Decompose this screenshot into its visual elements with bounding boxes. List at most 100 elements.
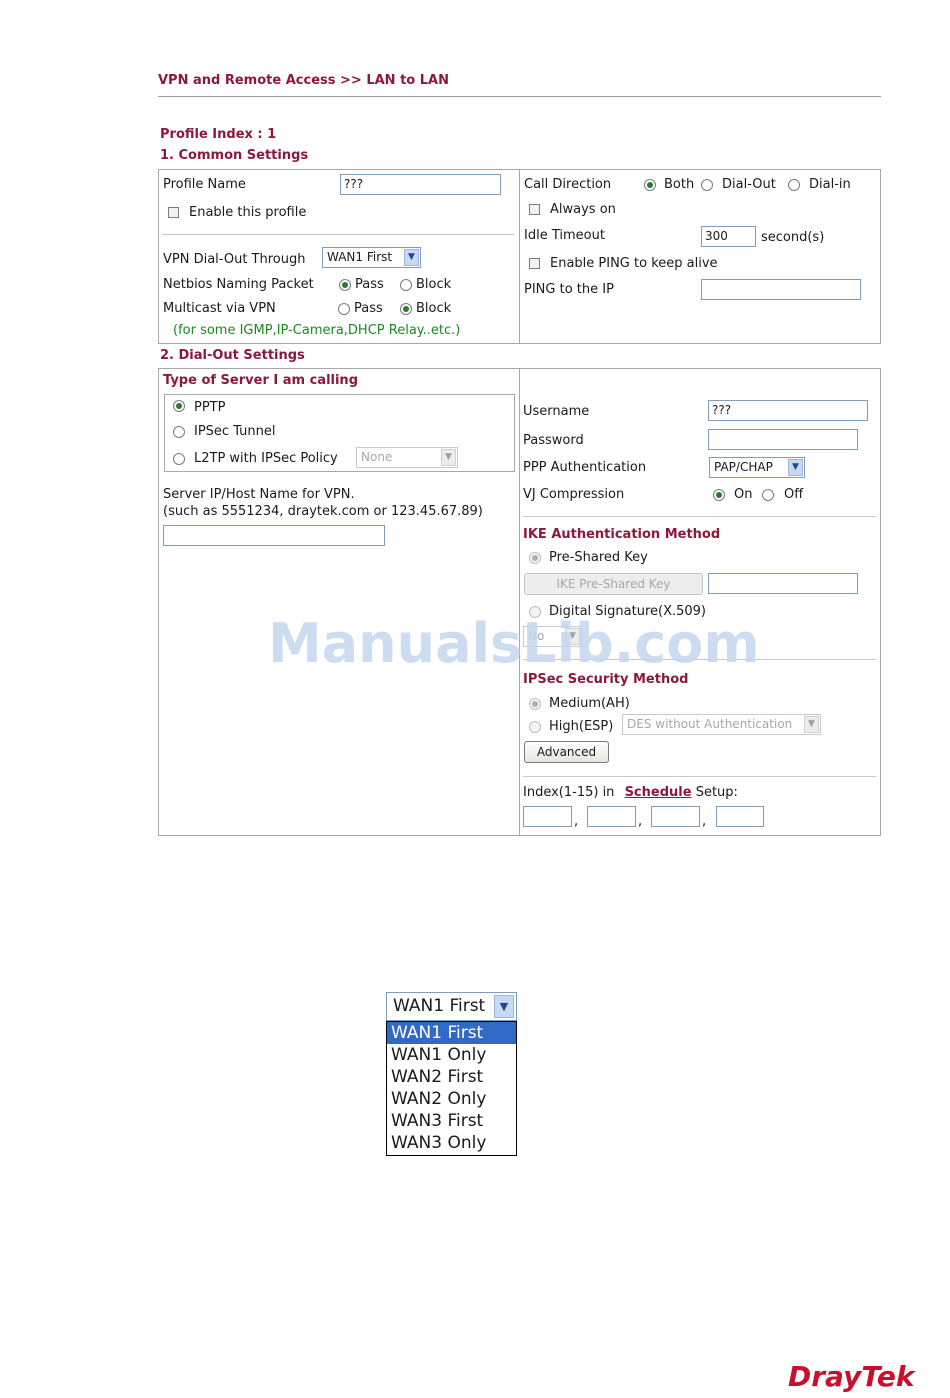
profile-index: Profile Index : 1 xyxy=(160,127,277,142)
vj-compression-label: VJ Compression xyxy=(523,487,625,502)
multicast-note: (for some IGMP,IP-Camera,DHCP Relay..etc… xyxy=(173,323,461,338)
preshared-key-label: Pre-Shared Key xyxy=(549,550,648,565)
wan-option[interactable]: WAN2 First xyxy=(387,1066,516,1088)
draytek-logo: DrayTek xyxy=(788,1360,915,1393)
wan-dropdown-list: WAN1 First WAN1 Only WAN2 First WAN2 Onl… xyxy=(386,1021,517,1156)
chevron-down-icon: ▼ xyxy=(804,716,819,733)
idle-timeout-label: Idle Timeout xyxy=(524,228,605,243)
medium-ah-radio[interactable] xyxy=(529,698,541,710)
schedule-index-1[interactable] xyxy=(523,806,572,827)
password-label: Password xyxy=(523,433,584,448)
multicast-block-radio[interactable] xyxy=(400,303,412,315)
pptp-label: PPTP xyxy=(194,400,226,415)
chevron-down-icon: ▼ xyxy=(494,995,514,1018)
ppp-auth-select[interactable]: PAP/CHAP ▼ xyxy=(709,457,805,478)
call-direction-dialout-radio[interactable] xyxy=(701,179,713,191)
ping-keepalive-label: Enable PING to keep alive xyxy=(550,256,718,271)
call-direction-label: Call Direction xyxy=(524,177,612,192)
schedule-index-3[interactable] xyxy=(651,806,700,827)
wan-option[interactable]: WAN3 First xyxy=(387,1110,516,1132)
idle-timeout-unit: second(s) xyxy=(761,230,825,245)
ping-ip-label: PING to the IP xyxy=(524,282,614,297)
dialout-through-label: VPN Dial-Out Through xyxy=(163,252,306,267)
high-esp-radio[interactable] xyxy=(529,721,541,733)
ike-title: IKE Authentication Method xyxy=(523,527,721,542)
high-esp-value: DES without Authentication xyxy=(627,717,793,731)
call-direction-dialin-label: Dial-in xyxy=(809,177,851,192)
l2tp-radio[interactable] xyxy=(173,453,185,465)
watermark: ManualsLib.com xyxy=(268,612,760,675)
netbios-pass-label: Pass xyxy=(355,277,384,292)
call-direction-dialin-radio[interactable] xyxy=(788,179,800,191)
medium-ah-label: Medium(AH) xyxy=(549,696,630,711)
schedule-sep: , xyxy=(638,814,643,829)
ping-keepalive-checkbox[interactable] xyxy=(529,258,540,269)
wan-option[interactable]: WAN1 First xyxy=(387,1022,516,1044)
vj-off-label: Off xyxy=(784,487,804,502)
wan-dropdown-select[interactable]: WAN1 First ▼ xyxy=(386,992,517,1021)
always-on-checkbox[interactable] xyxy=(529,204,540,215)
always-on-label: Always on xyxy=(550,202,616,217)
common-left-divider xyxy=(162,234,514,235)
ike-divider xyxy=(523,516,876,517)
high-esp-label: High(ESP) xyxy=(549,719,614,734)
ping-ip-input[interactable] xyxy=(701,279,861,300)
server-ip-label: Server IP/Host Name for VPN. xyxy=(163,487,355,502)
netbios-block-label: Block xyxy=(416,277,452,292)
dialout-through-select[interactable]: WAN1 First ▼ xyxy=(322,247,421,268)
schedule-row: Index(1-15) in Schedule Setup: xyxy=(523,785,738,800)
vj-on-radio[interactable] xyxy=(713,489,725,501)
header-divider xyxy=(158,96,881,97)
wan-option[interactable]: WAN1 Only xyxy=(387,1044,516,1066)
netbios-block-radio[interactable] xyxy=(400,279,412,291)
advanced-button[interactable]: Advanced xyxy=(524,741,609,763)
ipsec-tunnel-radio[interactable] xyxy=(173,426,185,438)
chevron-down-icon: ▼ xyxy=(441,449,456,466)
profile-name-label: Profile Name xyxy=(163,177,246,192)
dialout-through-value: WAN1 First xyxy=(327,250,393,264)
username-input[interactable]: ??? xyxy=(708,400,868,421)
enable-profile-label: Enable this profile xyxy=(189,205,307,220)
high-esp-select[interactable]: DES without Authentication ▼ xyxy=(622,714,821,735)
vj-off-radio[interactable] xyxy=(762,489,774,501)
username-label: Username xyxy=(523,404,590,419)
netbios-label: Netbios Naming Packet xyxy=(163,277,314,292)
schedule-divider xyxy=(523,776,876,777)
netbios-pass-radio[interactable] xyxy=(339,279,351,291)
enable-profile-checkbox[interactable] xyxy=(168,207,179,218)
schedule-index-2[interactable] xyxy=(587,806,636,827)
schedule-index-4[interactable] xyxy=(716,806,764,827)
pptp-radio[interactable] xyxy=(173,400,185,412)
l2tp-policy-select[interactable]: None ▼ xyxy=(356,447,458,468)
multicast-pass-label: Pass xyxy=(354,301,383,316)
wan-option[interactable]: WAN2 Only xyxy=(387,1088,516,1110)
schedule-sep: , xyxy=(574,814,579,829)
schedule-link[interactable]: Schedule xyxy=(625,785,692,800)
password-input[interactable] xyxy=(708,429,858,450)
common-settings-title: 1. Common Settings xyxy=(160,148,309,163)
multicast-label: Multicast via VPN xyxy=(163,301,276,316)
server-ip-hint: (such as 5551234, draytek.com or 123.45.… xyxy=(163,504,483,519)
schedule-sep: , xyxy=(702,814,707,829)
wan-option[interactable]: WAN3 Only xyxy=(387,1132,516,1154)
breadcrumb: VPN and Remote Access >> LAN to LAN xyxy=(158,73,449,88)
ipsec-tunnel-label: IPSec Tunnel xyxy=(194,424,276,439)
dialout-settings-title: 2. Dial-Out Settings xyxy=(160,348,305,363)
ike-key-button[interactable]: IKE Pre-Shared Key xyxy=(524,573,703,595)
chevron-down-icon: ▼ xyxy=(788,459,803,476)
idle-timeout-input[interactable]: 300 xyxy=(701,226,756,247)
schedule-prefix: Index(1-15) in xyxy=(523,785,615,800)
profile-name-input[interactable]: ??? xyxy=(340,174,501,195)
multicast-pass-radio[interactable] xyxy=(338,303,350,315)
schedule-suffix: Setup: xyxy=(695,785,738,800)
server-ip-input[interactable] xyxy=(163,525,385,546)
call-direction-both-radio[interactable] xyxy=(644,179,656,191)
preshared-key-radio[interactable] xyxy=(529,552,541,564)
l2tp-policy-value: None xyxy=(361,450,393,464)
chevron-down-icon: ▼ xyxy=(404,249,419,266)
wan-dropdown-value: WAN1 First xyxy=(393,996,486,1016)
vj-on-label: On xyxy=(734,487,753,502)
ike-key-input[interactable] xyxy=(708,573,858,594)
call-direction-dialout-label: Dial-Out xyxy=(722,177,776,192)
ppp-auth-value: PAP/CHAP xyxy=(714,460,773,474)
